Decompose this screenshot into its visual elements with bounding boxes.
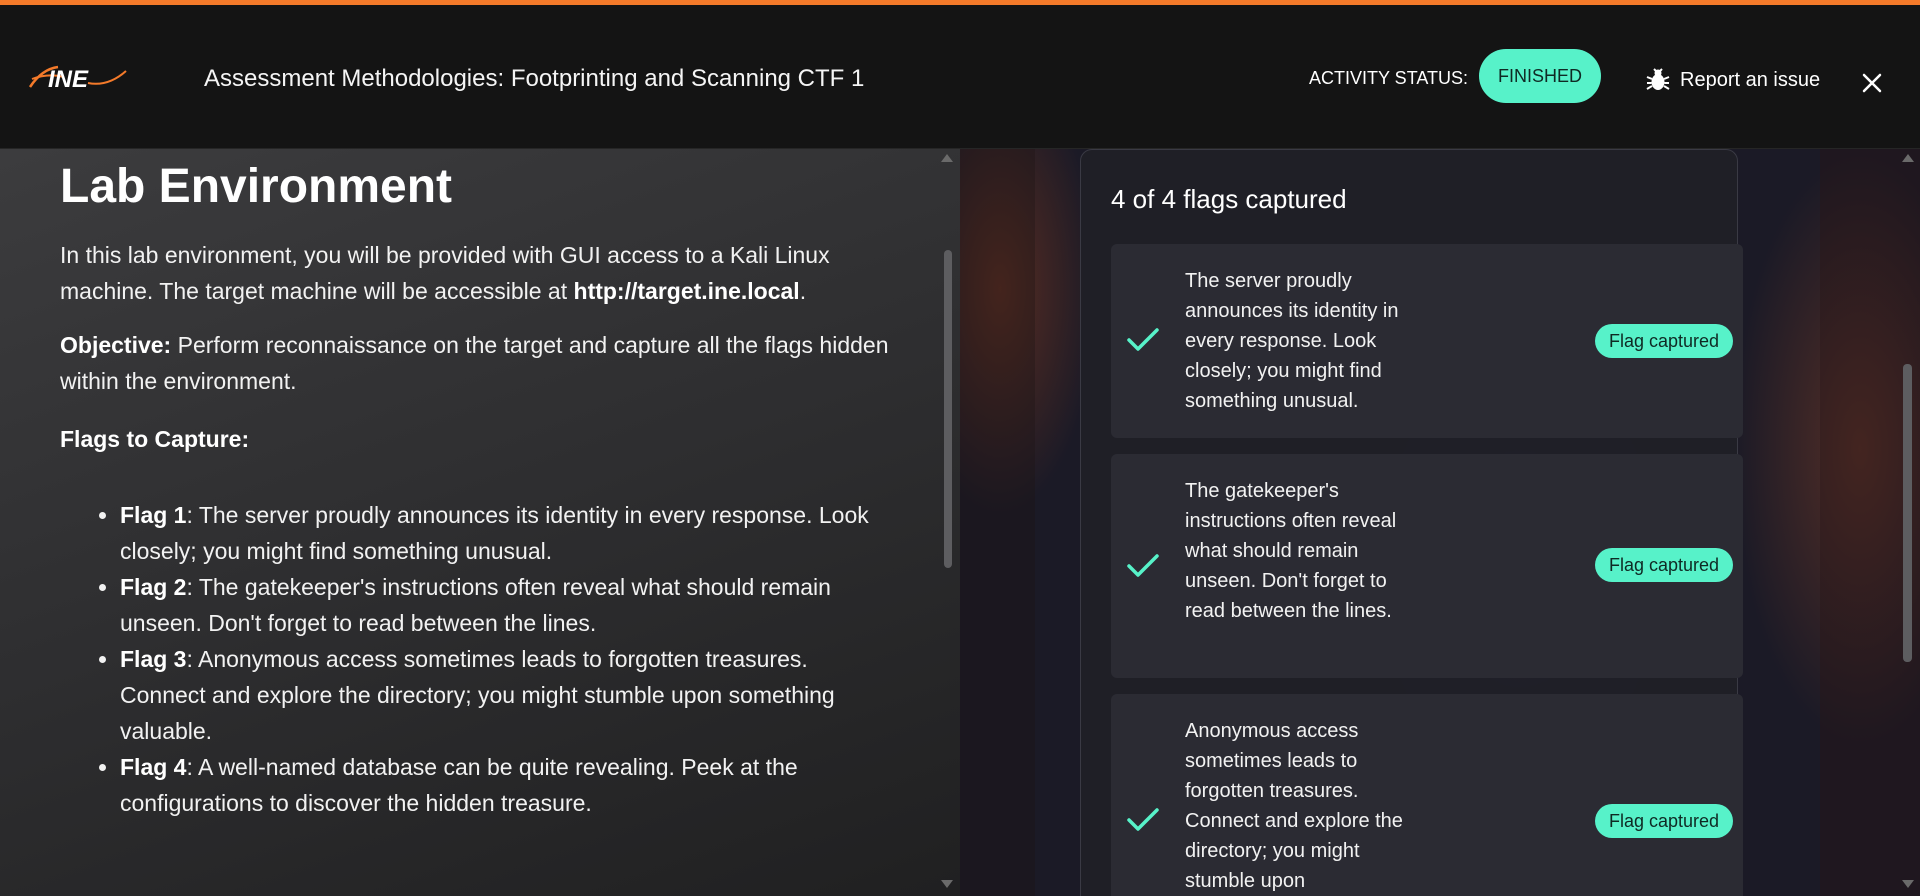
check-icon (1127, 328, 1159, 351)
ine-logo[interactable]: INE (28, 57, 128, 97)
flag-list-item: Flag 1: The server proudly announces its… (120, 497, 890, 569)
flag-description: The server proudly announces its identit… (120, 502, 869, 564)
left-scroll-up-icon[interactable] (941, 154, 953, 162)
check-icon (1127, 808, 1159, 831)
left-scroll-down-icon[interactable] (941, 880, 953, 888)
intro-suffix: . (799, 278, 807, 304)
lab-desktop-pane: 4 of 4 flags captured The server proudly… (960, 149, 1920, 896)
objective-text: Perform reconnaissance on the target and… (60, 332, 889, 394)
flag-card-text: Anonymous access sometimes leads to forg… (1185, 720, 1403, 892)
close-button[interactable] (1857, 68, 1887, 98)
check-icon (1127, 554, 1159, 577)
logo-text: INE (48, 66, 89, 93)
flag-captured-badge: Flag captured (1595, 548, 1733, 582)
flag-label: Flag 3 (120, 646, 187, 672)
flag-label: Flag 2 (120, 574, 187, 600)
right-scrollbar-thumb[interactable] (1903, 364, 1912, 662)
flag-list-item: Flag 3: Anonymous access sometimes leads… (120, 641, 890, 749)
flag-description: A well-named database can be quite revea… (120, 754, 798, 816)
lab-instructions-pane[interactable]: Lab Environment In this lab environment,… (0, 149, 960, 896)
flag-list-item: Flag 4: A well-named database can be qui… (120, 749, 890, 821)
flag-description: Anonymous access sometimes leads to forg… (120, 646, 835, 744)
flag-card: The server proudly announces its identit… (1111, 244, 1743, 438)
flags-progress-panel: 4 of 4 flags captured The server proudly… (1080, 149, 1743, 896)
objective-paragraph: Objective: Perform reconnaissance on the… (60, 327, 890, 399)
flags-heading: Flags to Capture: (60, 426, 250, 452)
flags-count: 4 of 4 flags captured (1111, 184, 1347, 214)
flag-card-text: The gatekeeper's instructions often reve… (1185, 480, 1397, 622)
activity-status-label: ACTIVITY STATUS: (1309, 68, 1469, 88)
flag-captured-badge: Flag captured (1595, 324, 1733, 358)
flag-label: Flag 4 (120, 754, 187, 780)
flag-card: The gatekeeper's instructions often reve… (1111, 454, 1743, 678)
report-issue-label: Report an issue (1680, 68, 1821, 91)
lab-instructions-content: Lab Environment In this lab environment,… (60, 149, 890, 821)
activity-status-badge: FINISHED (1479, 49, 1601, 103)
close-icon (1862, 73, 1882, 93)
background-stripe (960, 149, 1035, 896)
header-bar: INE Assessment Methodologies: Footprinti… (0, 5, 1920, 149)
flag-label: Flag 1 (120, 502, 187, 528)
flag-card: Anonymous access sometimes leads to forg… (1111, 694, 1743, 896)
lab-heading: Lab Environment (60, 160, 453, 213)
report-issue-button[interactable]: Report an issue (1646, 63, 1820, 97)
flag-description: The gatekeeper's instructions often reve… (120, 574, 831, 636)
left-scrollbar-thumb[interactable] (944, 250, 952, 568)
right-scroll-up-icon[interactable] (1902, 154, 1914, 162)
flag-card-text: The server proudly announces its identit… (1185, 270, 1399, 412)
flag-list-item: Flag 2: The gatekeeper's instructions of… (120, 569, 890, 641)
flag-captured-badge: Flag captured (1595, 804, 1733, 838)
objective-label: Objective: (60, 332, 172, 358)
lab-title: Assessment Methodologies: Footprinting a… (204, 65, 865, 92)
flag-list: Flag 1: The server proudly announces its… (60, 497, 890, 821)
right-scroll-down-icon[interactable] (1902, 880, 1914, 888)
intro-paragraph: In this lab environment, you will be pro… (60, 237, 890, 309)
target-url: http://target.ine.local (573, 278, 800, 304)
bug-icon (1646, 68, 1670, 90)
